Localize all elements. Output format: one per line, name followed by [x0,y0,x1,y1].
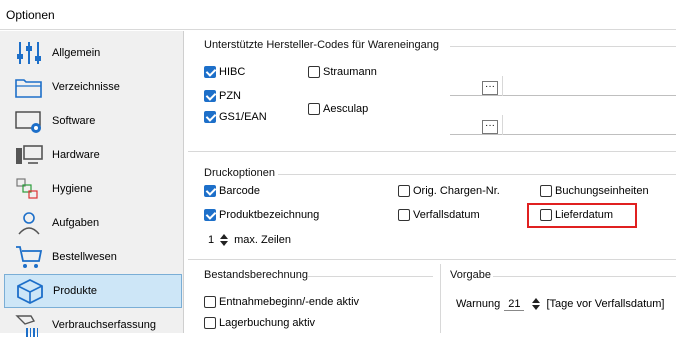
max-lines-value: 1 [208,234,215,246]
defaults-section-title: Vorgabe [450,269,491,281]
aesculap-label: Aesculap [323,103,369,115]
warning-unit: [Tage vor Verfallsdatum] [546,298,665,310]
sidebar-item-hygiene[interactable]: Hygiene [4,172,182,206]
checkbox-box [398,185,410,197]
buchungseinheiten-checkbox[interactable]: Buchungseinheiten [540,185,649,197]
folder-icon [15,79,42,98]
checkbox-box [204,66,216,78]
orig-charge-label: Orig. Chargen-Nr. [413,185,500,197]
cart-icon [16,246,43,268]
checkbox-box [204,317,216,329]
checkbox-box [308,66,320,78]
gs1-checkbox[interactable]: GS1/EAN [204,111,267,123]
window-titlebar: Optionen [0,0,676,30]
barcode-checkbox[interactable]: Barcode [204,185,260,197]
sidebar-item-verbrauchserfassung[interactable]: Verbrauchserfassung [4,308,182,342]
straumann-checkbox[interactable]: Straumann [308,66,377,78]
tasks-person-icon [18,212,40,235]
cube-icon [17,278,43,304]
sidebar-item-label: Hardware [52,149,100,161]
barcode-scan-icon [15,315,38,337]
sidebar: Allgemein Verzeichnisse Software Hardwar… [0,31,184,337]
lagerbuchung-checkbox[interactable]: Lagerbuchung aktiv [204,317,315,329]
entnahme-checkbox[interactable]: Entnahmebeginn/-ende aktiv [204,296,359,308]
field-separator [502,115,503,135]
sidebar-item-label: Produkte [53,285,98,297]
hibc-checkbox[interactable]: HIBC [204,66,245,78]
codes-section-title: Unterstützte Hersteller-Codes für Warene… [204,39,439,51]
warning-spinner[interactable]: Warnung 21 [Tage vor Verfallsdatum] [456,297,665,311]
browse-button-2[interactable]: ··· [482,120,498,134]
defaults-divider [493,276,676,277]
max-lines-spinner[interactable]: 1 max. Zeilen [204,233,291,247]
straumann-label: Straumann [323,66,377,78]
lieferdatum-label: Lieferdatum [555,209,614,221]
hibc-label: HIBC [219,66,246,78]
section-vertical-separator [440,264,441,333]
sidebar-item-label: Verzeichnisse [52,81,120,93]
checkbox-box [204,111,216,123]
spinner-arrows-icon[interactable] [530,297,542,311]
sidebar-item-allgemein[interactable]: Allgemein [4,36,182,70]
checkbox-box [204,90,216,102]
pzn-label: PZN [219,90,241,102]
field-separator [502,76,503,96]
gs1-label: GS1/EAN [219,111,267,123]
checkbox-box [540,209,552,221]
sidebar-item-label: Allgemein [52,47,101,59]
barcode-label: Barcode [219,185,260,197]
computer-icon [16,145,43,164]
browse-button-1[interactable]: ··· [482,81,498,95]
hygiene-icon [16,178,38,199]
verfallsdatum-checkbox[interactable]: Verfallsdatum [398,209,480,221]
sidebar-item-verzeichnisse[interactable]: Verzeichnisse [4,70,182,104]
warning-label: Warnung [456,298,501,310]
lieferdatum-checkbox[interactable]: Lieferdatum [540,209,613,221]
entnahme-label: Entnahmebeginn/-ende aktiv [219,296,360,308]
sidebar-item-label: Hygiene [52,183,93,195]
software-gear-icon [15,111,41,133]
stock-divider [308,276,433,277]
sidebar-item-hardware[interactable]: Hardware [4,138,182,172]
section-separator [188,259,676,260]
spinner-arrows-icon[interactable] [218,233,230,247]
produktbezeichnung-checkbox[interactable]: Produktbezeichnung [204,209,319,221]
sidebar-item-label: Verbrauchserfassung [52,319,156,331]
aesculap-checkbox[interactable]: Aesculap [308,103,368,115]
codes-divider [450,46,676,47]
print-section-title: Druckoptionen [204,167,275,179]
orig-charge-checkbox[interactable]: Orig. Chargen-Nr. [398,185,500,197]
print-divider [278,174,676,175]
lagerbuchung-label: Lagerbuchung aktiv [219,317,316,329]
sidebar-item-produkte[interactable]: Produkte [4,274,182,308]
checkbox-box [398,209,410,221]
sidebar-item-label: Software [52,115,96,127]
sidebar-item-label: Aufgaben [52,217,100,229]
sliders-icon [17,42,41,64]
checkbox-box [540,185,552,197]
checkbox-box [204,209,216,221]
sidebar-item-software[interactable]: Software [4,104,182,138]
pzn-checkbox[interactable]: PZN [204,90,241,102]
buchungseinheiten-label: Buchungseinheiten [555,185,649,197]
sidebar-item-label: Bestellwesen [52,251,117,263]
max-lines-label: max. Zeilen [234,234,291,246]
section-separator [188,151,676,152]
warning-value[interactable]: 21 [504,298,525,311]
content-panel: Unterstützte Hersteller-Codes für Warene… [188,31,676,333]
checkbox-box [308,103,320,115]
verfallsdatum-label: Verfallsdatum [413,209,480,221]
sidebar-item-bestellwesen[interactable]: Bestellwesen [4,240,182,274]
checkbox-box [204,296,216,308]
sidebar-item-aufgaben[interactable]: Aufgaben [4,206,182,240]
produktbezeichnung-label: Produktbezeichnung [219,209,320,221]
checkbox-box [204,185,216,197]
stock-section-title: Bestandsberechnung [204,269,308,281]
window-title: Optionen [6,8,55,22]
